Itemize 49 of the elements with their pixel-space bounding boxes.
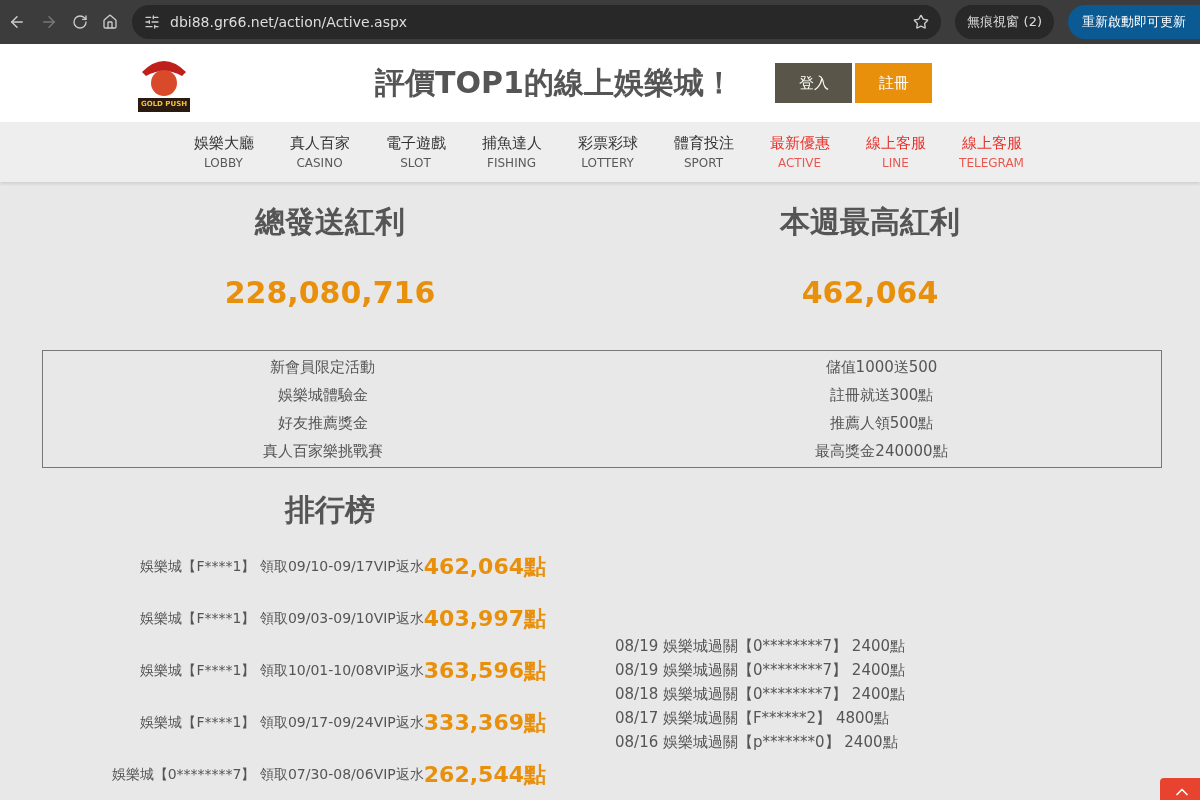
incognito-button[interactable]: 無痕視窗 (2) <box>955 5 1054 39</box>
promotion-reward: 推薦人領500點 <box>828 413 935 434</box>
update-button[interactable]: 重新啟動即可更新 <box>1068 5 1200 39</box>
promotion-name: 娛樂城體驗金 <box>276 385 369 406</box>
reload-icon[interactable] <box>72 14 88 30</box>
stat-title: 總發送紅利 <box>255 203 405 241</box>
ranking-amount: 262,544點 <box>423 761 546 789</box>
ranking-entry: 娛樂城【0********7】 領取07/30-08/06VIP返水 <box>111 766 424 784</box>
promotion-reward: 最高獎金240000點 <box>814 441 949 462</box>
winner-entry: 08/16 娛樂城過關【p*******0】 2400點 <box>615 732 899 753</box>
nav-link[interactable]: 電子遊戲 SLOT <box>367 122 464 182</box>
back-icon[interactable] <box>8 13 26 31</box>
promotion-reward: 註冊就送300點 <box>828 385 935 406</box>
promotion-name: 真人百家樂挑戰賽 <box>261 441 384 462</box>
nav-link[interactable]: 真人百家 CASINO <box>271 122 368 182</box>
winner-entry: 08/19 娛樂城過關【0********7】 2400點 <box>615 660 907 681</box>
nav-link[interactable]: 捕魚達人 FISHING <box>463 122 560 182</box>
login-button[interactable]: 登入 <box>775 63 852 103</box>
bookmark-star-icon[interactable] <box>913 14 930 30</box>
ranking-entry: 娛樂城【F****1】 領取10/01-10/08VIP返水 <box>140 662 424 680</box>
winner-entry: 08/18 娛樂城過關【0********7】 2400點 <box>615 684 907 705</box>
nav-link[interactable]: 線上客服 LINE <box>847 122 944 182</box>
ranking-amount: 403,997點 <box>423 605 546 633</box>
url-text: dbi88.gr66.net/action/Active.aspx <box>170 14 409 30</box>
winner-entry: 08/19 娛樂城過關【0********7】 2400點 <box>615 636 907 657</box>
forward-icon[interactable] <box>40 13 58 31</box>
ranking-entry: 娛樂城【F****1】 領取09/10-09/17VIP返水 <box>140 558 424 574</box>
site-settings-icon[interactable] <box>144 14 160 30</box>
winner-entry: 08/17 娛樂城過關【F******2】 4800點 <box>615 708 891 729</box>
nav-link[interactable]: 體育投注 SPORT <box>655 122 752 182</box>
stat-value: 228,080,716 <box>224 275 436 310</box>
promotion-name: 好友推薦獎金 <box>276 413 369 434</box>
ranking-amount: 333,369點 <box>423 709 546 737</box>
promotion-reward: 儲值1000送500 <box>824 357 939 378</box>
nav-link[interactable]: 最新優惠 ACTIVE <box>751 122 848 182</box>
promotion-name: 新會員限定活動 <box>269 357 376 378</box>
stat-title: 本週最高紅利 <box>780 203 960 241</box>
ranking-amount: 462,064點 <box>423 553 546 581</box>
ranking-title: 排行榜 <box>285 491 375 529</box>
ranking-amount: 363,596點 <box>423 657 546 685</box>
nav-link[interactable]: 彩票彩球 LOTTERY <box>559 122 656 182</box>
home-icon[interactable] <box>102 14 118 30</box>
nav-link[interactable]: 娛樂大廳 LOBBY <box>175 122 272 182</box>
nav-link[interactable]: 線上客服 TELEGRAM <box>943 122 1040 182</box>
slogan-text: 評價TOP1的線上娛樂城！ <box>375 63 735 102</box>
ranking-entry: 娛樂城【F****1】 領取09/03-09/10VIP返水 <box>140 610 424 626</box>
ranking-entry: 娛樂城【F****1】 領取09/17-09/24VIP返水 <box>140 714 424 732</box>
address-bar[interactable]: dbi88.gr66.net/action/Active.aspx <box>132 5 942 39</box>
stat-value: 462,064 <box>801 275 939 310</box>
